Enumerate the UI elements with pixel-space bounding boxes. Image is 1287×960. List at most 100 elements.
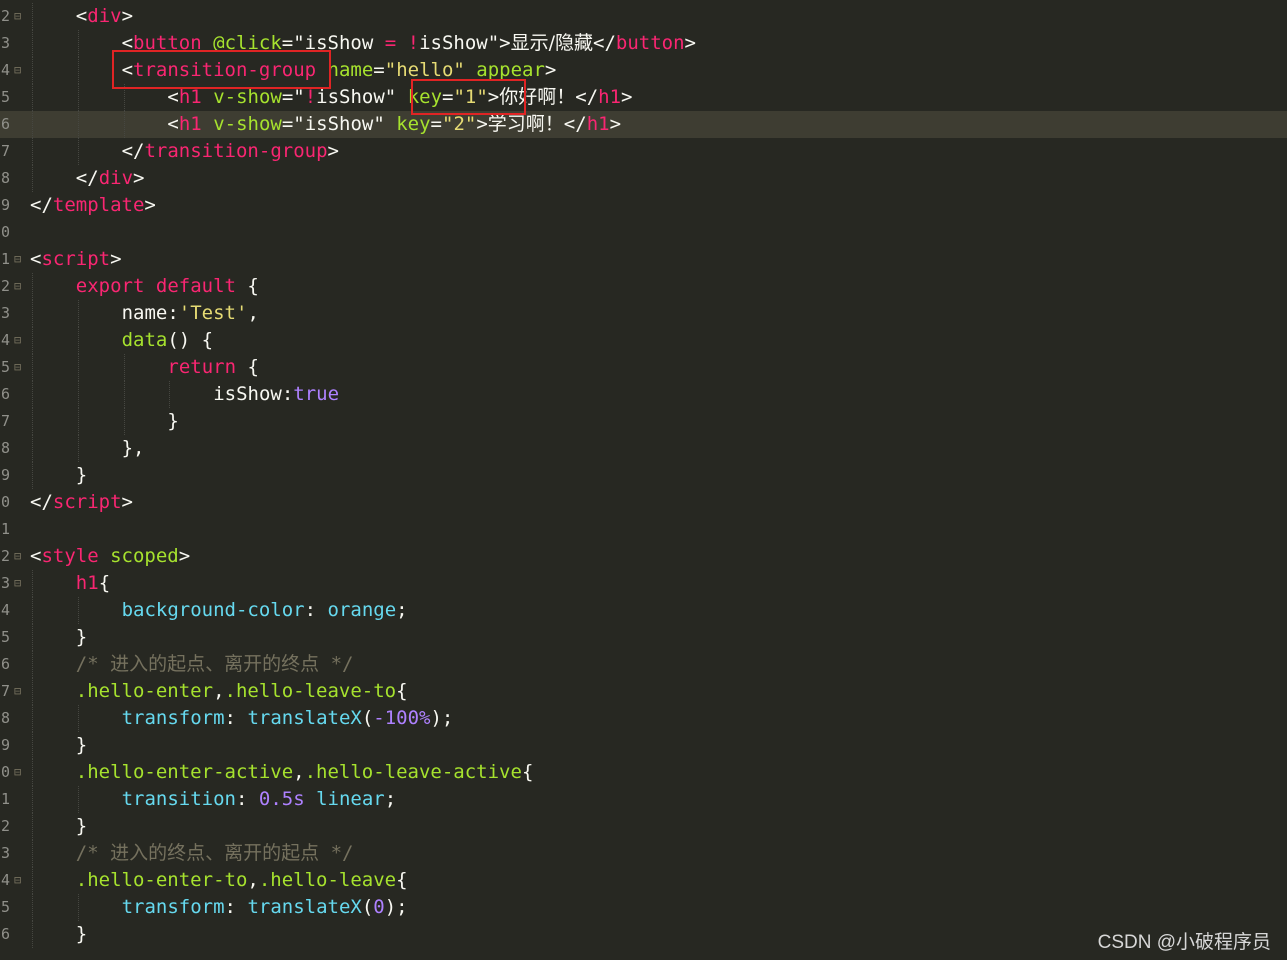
fold-toggle-icon[interactable]: ⊟: [14, 759, 26, 786]
code-line[interactable]: 6 <h1 v-show="isShow" key="2">学习啊！</h1>: [0, 111, 1287, 138]
line-number: 9: [0, 196, 10, 214]
code-token: ,: [247, 869, 259, 891]
indent-guide: [123, 354, 125, 381]
code-line[interactable]: 8 </div>: [0, 165, 1287, 192]
code-line[interactable]: 2}: [0, 813, 1287, 840]
code-token: >: [110, 248, 122, 270]
fold-toggle-icon[interactable]: ⊟: [14, 273, 26, 300]
code-line[interactable]: 5 ⊟ return {: [0, 354, 1287, 381]
line-number: 3: [0, 574, 10, 592]
code-text: export default {: [76, 273, 259, 300]
code-line[interactable]: 2 ⊟ <style scoped>: [0, 543, 1287, 570]
code-token: >: [144, 194, 156, 216]
fold-toggle-icon[interactable]: ⊟: [14, 867, 26, 894]
code-token: }: [75, 923, 88, 945]
code-line[interactable]: 9 </template>: [0, 192, 1287, 219]
code-line[interactable]: 6 isShow:true: [0, 381, 1287, 408]
code-line[interactable]: 0 ⊟ .hello-enter-active,.hello-leave-activ…: [0, 759, 1287, 786]
code-token: ,: [247, 302, 259, 324]
fold-toggle-icon[interactable]: ⊟: [14, 3, 26, 30]
line-number: 4: [0, 871, 10, 889]
fold-toggle-icon[interactable]: ⊟: [14, 246, 26, 273]
code-line[interactable]: 8 transform: translateX(-100%);: [0, 705, 1287, 732]
code-token: {: [235, 275, 259, 297]
fold-toggle-icon[interactable]: ⊟: [14, 57, 26, 84]
code-token: 学习啊！: [487, 113, 564, 135]
line-number: 7: [0, 412, 10, 430]
code-editor[interactable]: 2 ⊟ <div> 3 <button @click="isShow = !isShow…: [0, 0, 1287, 960]
code-token: :: [224, 896, 248, 918]
line-number: 7: [0, 142, 10, 160]
code-line[interactable]: 1 ⊟ <script>: [0, 246, 1287, 273]
code-line[interactable]: 7}: [0, 408, 1287, 435]
code-text: transform: translateX(0);: [122, 894, 408, 921]
indent-guide: [77, 435, 79, 462]
fold-toggle-icon[interactable]: ⊟: [14, 354, 26, 381]
code-line[interactable]: 4 background-color: orange;: [0, 597, 1287, 624]
indent-guide: [32, 111, 33, 138]
code-token: .hello-leave-to: [224, 680, 397, 702]
fold-toggle-icon[interactable]: ⊟: [14, 570, 26, 597]
code-token: key: [396, 113, 431, 135]
code-line[interactable]: 0 </script>: [0, 489, 1287, 516]
line-number: 4: [0, 331, 10, 349]
indent-guide: [77, 705, 79, 732]
code-token: {: [521, 761, 534, 783]
code-token: {: [98, 572, 111, 594]
code-line[interactable]: 3 name:'Test',: [0, 300, 1287, 327]
code-token: >: [327, 140, 339, 162]
line-number: 2: [0, 7, 10, 25]
code-token: v-show: [213, 113, 282, 135]
code-line[interactable]: 7 </transition-group>: [0, 138, 1287, 165]
code-token: }: [75, 815, 88, 837]
code-line[interactable]: 6}: [0, 921, 1287, 948]
code-token: ,: [293, 761, 305, 783]
fold-toggle-icon[interactable]: ⊟: [14, 327, 26, 354]
code-text: <h1 v-show="isShow" key="2">学习啊！</h1>: [167, 111, 621, 138]
code-line[interactable]: 6 /* 进入的起点、离开的终点 */: [0, 651, 1287, 678]
indent-guide: [32, 894, 33, 921]
line-number: 5: [0, 628, 10, 646]
indent-guide: [77, 111, 79, 138]
code-token: <: [30, 545, 42, 567]
code-token: name: [327, 59, 374, 81]
code-line[interactable]: 9}: [0, 462, 1287, 489]
code-line[interactable]: 7 ⊟ .hello-enter,.hello-leave-to{: [0, 678, 1287, 705]
code-line[interactable]: 3 /* 进入的终点、离开的起点 */: [0, 840, 1287, 867]
indent-guide: [32, 3, 33, 30]
code-token: isShow:: [213, 383, 294, 405]
code-line[interactable]: 5 transform: translateX(0);: [0, 894, 1287, 921]
code-token: orange: [327, 599, 397, 621]
code-line[interactable]: 1 transition: 0.5s linear;: [0, 786, 1287, 813]
line-number: 1: [0, 520, 10, 538]
code-line[interactable]: 1: [0, 516, 1287, 543]
code-line[interactable]: 8},: [0, 435, 1287, 462]
code-token: 进入的终点、离开的起点: [110, 842, 320, 864]
code-line[interactable]: 2 ⊟ export default {: [0, 273, 1287, 300]
code-token: }: [75, 626, 88, 648]
code-token: .hello-leave-active: [304, 761, 522, 783]
code-token: <: [30, 248, 42, 270]
fold-toggle-icon[interactable]: ⊟: [14, 678, 26, 705]
code-token: ;: [384, 788, 397, 810]
line-number: 5: [0, 898, 10, 916]
code-token: },: [121, 437, 145, 459]
code-line[interactable]: 9}: [0, 732, 1287, 759]
fold-toggle-icon[interactable]: ⊟: [14, 543, 26, 570]
code-line[interactable]: 5}: [0, 624, 1287, 651]
code-token: ="isShow": [281, 113, 397, 135]
code-token: script: [41, 248, 111, 270]
code-line[interactable]: 2 ⊟ <div>: [0, 3, 1287, 30]
code-token: >: [121, 5, 134, 27]
indent-guide: [32, 327, 33, 354]
code-line[interactable]: 0: [0, 219, 1287, 246]
code-token: </: [75, 167, 99, 189]
code-line[interactable]: 4 ⊟ data() {: [0, 327, 1287, 354]
code-line[interactable]: 4 ⊟ .hello-enter-to,.hello-leave{: [0, 867, 1287, 894]
indent-guide: [77, 327, 79, 354]
code-line[interactable]: 3 ⊟ h1{: [0, 570, 1287, 597]
code-token: /*: [75, 653, 111, 675]
line-number: 0: [0, 763, 10, 781]
